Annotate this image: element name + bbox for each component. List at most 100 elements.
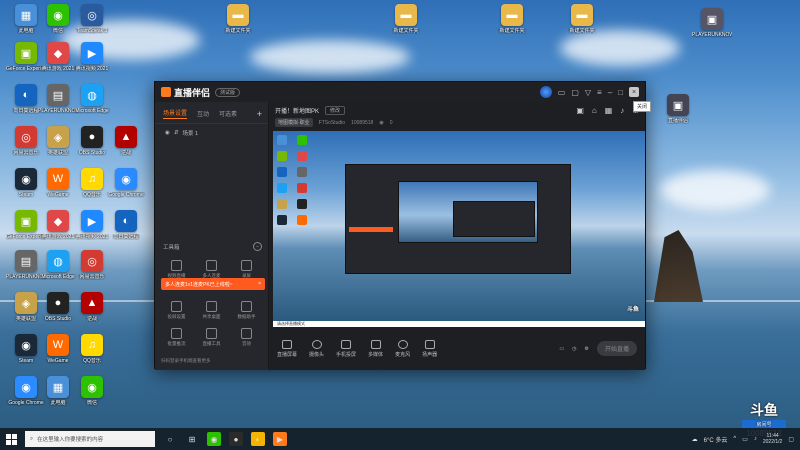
start-live-button[interactable]: 开始直播 [596,341,637,356]
desktop-icon[interactable]: ◎ TeamSpeak 3 [74,4,110,34]
screen-icon[interactable]: ▢ [571,88,579,97]
desktop-icon[interactable]: ◎ 网易云音乐 [74,250,110,280]
rock-formation [654,230,703,302]
wechat-taskbar-icon[interactable]: ◉ [207,432,221,446]
tab-scene[interactable]: 场景设置 [163,108,188,119]
taskbar-search-input[interactable]: ⌕ 在这里输入你要搜索的内容 [25,431,155,447]
source-label: 手机投屏 [336,351,357,358]
add-scene-icon[interactable]: + [257,109,262,119]
desktop-icon[interactable]: W WeGame [40,334,76,364]
desktop-icon[interactable]: ▦ 此电脑 [40,376,76,406]
desktop-icon[interactable]: ▶ 腾讯视频 2021 [74,210,110,240]
close-icon[interactable]: × [629,87,639,97]
desktop-icon[interactable]: ◈ 英雄联盟 [40,126,76,156]
chevron-up-icon[interactable]: ^ [733,436,736,442]
source-button[interactable]: 手机投屏 [336,339,357,358]
tool-item[interactable]: 数据助手 [229,301,264,320]
folder-shortcut[interactable]: ▬ 新建文件夹 [388,4,424,34]
desktop-icon[interactable]: ◐ 向日葵远程 [108,210,144,240]
desktop-icon[interactable]: ● OBS Studio [74,126,110,156]
widgets-icon[interactable]: ⊞ [185,432,199,446]
timer-icon[interactable]: ◷ [572,346,576,352]
tool-item[interactable]: 投屏设置 [159,301,194,320]
desktop-icon[interactable]: ◍ Microsoft Edge [40,250,76,280]
tool-item[interactable]: 多人连麦 [194,260,229,279]
obs-taskbar-icon[interactable]: ● [229,432,243,446]
toolbox-grid: 视频直播 多人连麦 录屏投屏设置 共享桌面 数据助手批量推流 直播工具 音效 [159,260,264,347]
tool-item[interactable]: 视频直播 [159,260,194,279]
banner-close-icon[interactable]: × [258,281,261,287]
notification-icon[interactable]: ▢ [788,436,794,443]
scene-item[interactable]: ◉ ⇵ 场景 1 [155,124,268,142]
tool-item[interactable]: 音效 [229,328,264,347]
stream-preview[interactable]: 斗鱼 [273,131,645,321]
desktop-icon[interactable]: ◆ 腾讯游戏 2021 [40,210,76,240]
folder-label: 新建文件夹 [393,28,419,34]
maximize-icon[interactable]: □ [618,88,623,97]
menu-icon[interactable]: ≡ [597,88,602,97]
source-icon [424,339,435,349]
windows-start-icon[interactable] [6,433,17,445]
gift-icon[interactable]: ▣ [576,106,584,115]
filter-icon[interactable]: ▽ [585,88,591,97]
calendar-icon[interactable]: ▦ [605,106,613,115]
desktop-icon[interactable]: ♫ QQ音乐 [74,168,110,198]
source-icon [341,339,352,349]
qq-taskbar-icon[interactable]: ◐ [251,432,265,446]
clock[interactable]: 11:44 2022/1/2 [763,433,782,445]
clock-date: 2022/1/2 [762,439,783,445]
desktop-icon[interactable]: ▶ 腾讯视频 2021 [74,42,110,72]
collapse-icon[interactable]: – [253,242,262,251]
promo-banner[interactable]: 多人连麦1v1连麦PK已上线啦~ × [161,278,265,290]
minimize-icon[interactable]: – [608,88,612,97]
live-assistant-taskbar-icon[interactable]: ▶ [273,432,287,446]
source-icon [397,339,408,349]
tool-label: 数据助手 [237,314,256,319]
desktop-icon[interactable]: ◉ Google Chrome [108,168,144,198]
tool-item[interactable]: 录屏 [229,260,264,279]
record-icon[interactable]: ▭ [559,346,564,352]
store-icon[interactable]: ⌂ [592,106,597,115]
desktop-icon-label: PLAYERUNKNOWN'S BATTLEGROUNDS [692,32,732,38]
source-button[interactable]: 扬声器 [422,339,437,358]
source-button[interactable]: 多媒体 [368,339,383,358]
user-avatar[interactable] [539,86,552,98]
tool-label: 直播工具 [202,341,221,346]
desktop-icon[interactable]: ▲ 逆战 [74,292,110,322]
tool-item[interactable]: 直播工具 [194,328,229,347]
tool-label: 投屏设置 [167,314,186,319]
desktop-icon[interactable]: ◍ Microsoft Edge [74,84,110,114]
desktop-icon[interactable]: W WeGame [40,168,76,198]
folder-shortcut[interactable]: ▬ 新建文件夹 [220,4,256,34]
tool-item[interactable]: 共享桌面 [194,301,229,320]
desktop-icon[interactable]: ▲ 逆战 [108,126,144,156]
version-badge: 测试版 [215,87,241,97]
weather-text[interactable]: 6°C 多云 [704,435,728,444]
source-button[interactable]: 直播屏幕 [277,339,297,358]
tool-item[interactable]: 批量推流 [159,328,194,347]
desktop-icon[interactable]: ◉ 微信 [40,4,76,34]
desktop-icon[interactable]: ▣ 直播伴侣 [660,94,696,124]
desktop-icon[interactable]: ◆ 腾讯游戏 2021 [40,42,76,72]
edit-button[interactable]: 修改 [325,106,346,115]
source-button[interactable]: 麦克风 [395,339,410,358]
settings-icon[interactable]: ⚙ [585,346,589,352]
folder-shortcut[interactable]: ▬ 新建文件夹 [564,4,600,34]
category-tag[interactable]: 地图模拟·职业 [275,118,313,127]
volume-icon[interactable]: ♪ [754,436,757,442]
source-button[interactable]: 摄像头 [309,339,324,358]
tab-interact[interactable]: 互动 [197,109,209,118]
desktop-icon[interactable]: ● OBS Studio [40,292,76,322]
desktop-icon[interactable]: ▣ PLAYERUNKNOWN'S BATTLEGROUNDS [692,8,732,38]
folder-shortcut[interactable]: ▬ 新建文件夹 [494,4,530,34]
desktop-icon[interactable]: ▤PLAYERUNKNOWN'S [38,84,78,114]
desktop-icon[interactable]: ◉ 微信 [74,376,110,406]
network-icon[interactable]: ▭ [742,436,748,443]
window-titlebar[interactable]: 直播伴侣 测试版 ▭ ▢ ▽ ≡ – □ × [155,82,645,102]
message-icon[interactable]: ▭ [558,88,566,97]
tab-material[interactable]: 可选素 [219,109,237,118]
bell-icon[interactable]: ♪ [620,106,624,115]
desktop-icon[interactable]: ♫ QQ音乐 [74,334,110,364]
eye-icon[interactable]: ◉ [165,130,170,136]
task-view-icon[interactable]: ○ [163,432,177,446]
